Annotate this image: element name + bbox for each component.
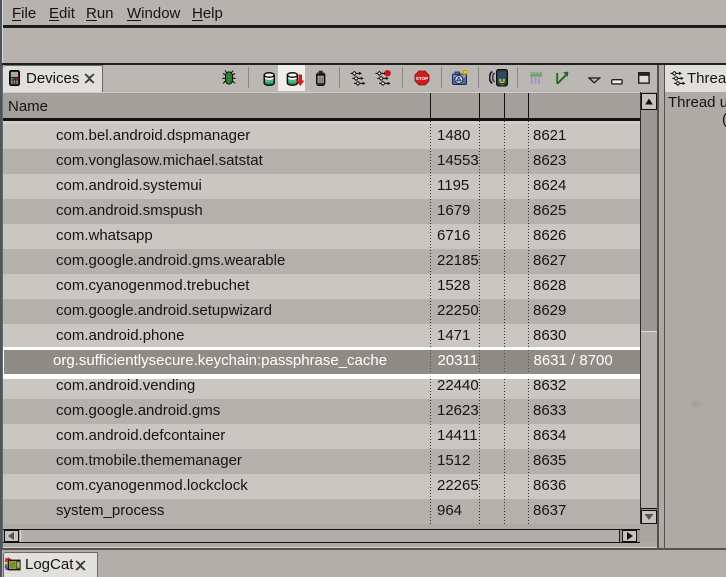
svg-text:STOP: STOP xyxy=(416,76,428,81)
